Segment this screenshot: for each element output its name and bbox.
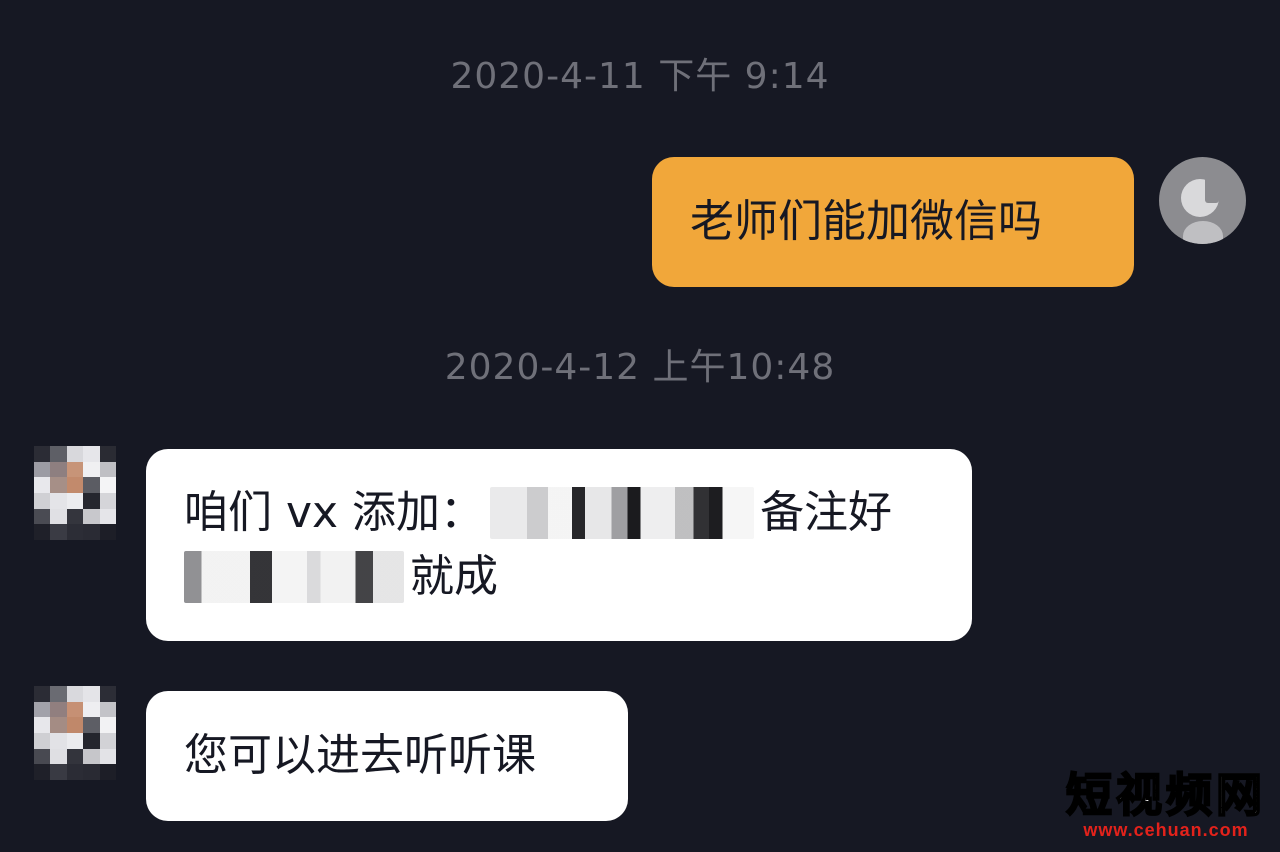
outgoing-message-bubble[interactable]: 老师们能加微信吗 (652, 157, 1134, 287)
message-text: 就成 (410, 551, 498, 602)
message-text: 咱们 vx 添加： (184, 487, 485, 538)
timestamp: 2020-4-12 上午10:48 (444, 347, 836, 388)
watermark-title: 短视频网 (1065, 768, 1266, 822)
music-note-avatar-icon[interactable] (1159, 157, 1246, 244)
pixelated-avatar-icon[interactable] (34, 686, 116, 780)
pixelated-avatar-icon[interactable] (34, 446, 116, 540)
redacted-id (490, 487, 755, 539)
redacted-name (184, 551, 404, 603)
message-text: 备注好 (760, 487, 893, 538)
timestamp: 2020-4-11 下午 9:14 (450, 56, 830, 97)
watermark-url: www.cehuan.com (1083, 820, 1249, 840)
incoming-message-bubble[interactable]: 您可以进去听听课 (146, 691, 628, 821)
chat-thread[interactable]: 2020-4-11 下午 9:14 老师们能加微信吗 2020-4-12 上午1… (0, 0, 1280, 852)
incoming-message-bubble[interactable]: 咱们 vx 添加： 备注好 就成 (146, 449, 972, 641)
watermark: 短视频网 www.cehuan.com (1065, 768, 1266, 840)
